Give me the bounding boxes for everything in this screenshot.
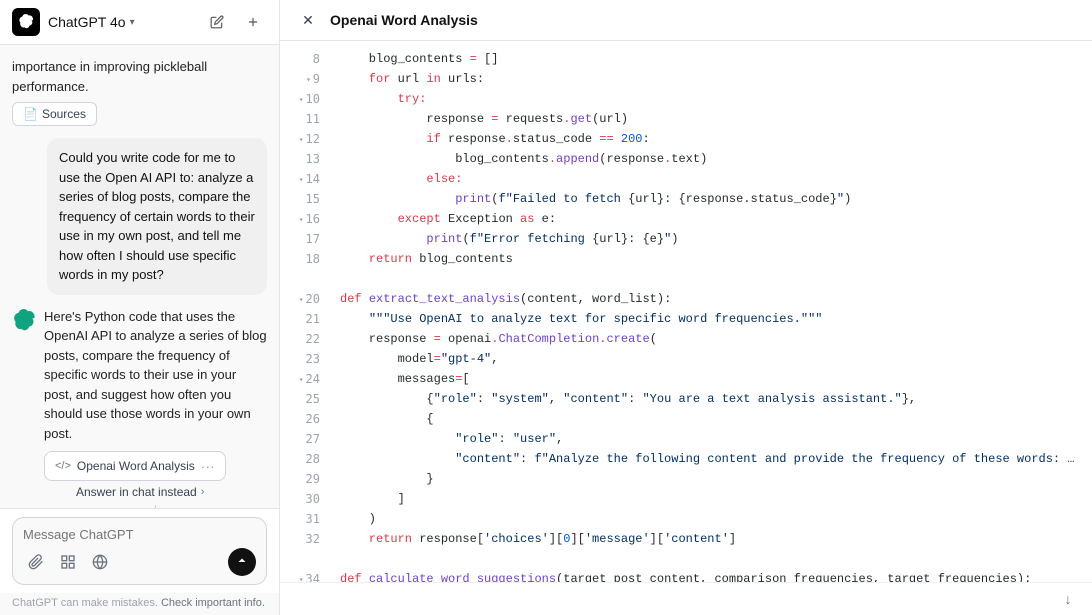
user-message: Could you write code for me to use the O… bbox=[47, 138, 267, 295]
ln-34: ▾34 bbox=[280, 569, 328, 582]
chat-input-wrapper bbox=[12, 517, 267, 585]
app-title[interactable]: ChatGPT 4o ▾ bbox=[48, 14, 135, 30]
footer-link[interactable]: Check important info. bbox=[161, 597, 265, 609]
ln-9: ▾9 bbox=[280, 69, 328, 89]
ln-13: 13 bbox=[280, 149, 328, 169]
scroll-indicator: ↓ bbox=[44, 499, 267, 508]
code-panel-title: Openai Word Analysis bbox=[330, 12, 478, 28]
ln-10: ▾10 bbox=[280, 89, 328, 109]
chat-messages: importance in improving pickleball perfo… bbox=[0, 45, 279, 508]
code-panel: ✕ Openai Word Analysis 8 ▾9 ▾10 11 ▾12 1… bbox=[280, 0, 1092, 615]
ln-23: 23 bbox=[280, 349, 328, 369]
assistant-message-1: importance in improving pickleball perfo… bbox=[12, 57, 267, 126]
code-line-22: response = openai.ChatCompletion.create( bbox=[328, 329, 1092, 349]
code-line-15: print(f"Failed to fetch {url}: {response… bbox=[328, 189, 1092, 209]
chat-footer: ChatGPT can make mistakes. Check importa… bbox=[0, 593, 279, 615]
ln-24: ▾24 bbox=[280, 369, 328, 389]
ln-19 bbox=[280, 269, 328, 289]
ln-27: 27 bbox=[280, 429, 328, 449]
code-line-31: ) bbox=[328, 509, 1092, 529]
assistant-message-2: Here's Python code that uses the OpenAI … bbox=[44, 307, 267, 444]
code-line-28: "content": f"Analyze the following conte… bbox=[328, 449, 1092, 469]
code-line-18: return blog_contents bbox=[328, 249, 1092, 269]
ln-15: 15 bbox=[280, 189, 328, 209]
ln-33 bbox=[280, 549, 328, 569]
code-line-34: def calculate_word_suggestions(target_po… bbox=[328, 569, 1092, 582]
code-line-10: try: bbox=[328, 89, 1092, 109]
artifact-dots: ··· bbox=[201, 458, 215, 474]
ln-20: ▾20 bbox=[280, 289, 328, 309]
ln-8: 8 bbox=[280, 49, 328, 69]
new-chat-button[interactable] bbox=[239, 8, 267, 36]
ln-31: 31 bbox=[280, 509, 328, 529]
ln-28: 28 bbox=[280, 449, 328, 469]
send-button[interactable] bbox=[228, 548, 256, 576]
attach-button[interactable] bbox=[23, 549, 49, 575]
code-line-9: for url in urls: bbox=[328, 69, 1092, 89]
edit-button[interactable] bbox=[203, 8, 231, 36]
ln-14: ▾14 bbox=[280, 169, 328, 189]
code-line-19 bbox=[328, 269, 1092, 289]
globe-button[interactable] bbox=[87, 549, 113, 575]
code-line-14: else: bbox=[328, 169, 1092, 189]
assistant-response: Here's Python code that uses the OpenAI … bbox=[12, 307, 267, 509]
code-line-11: response = requests.get(url) bbox=[328, 109, 1092, 129]
line-numbers: 8 ▾9 ▾10 11 ▾12 13 ▾14 15 ▾16 17 18 ▾20 … bbox=[280, 41, 328, 582]
chat-header: ChatGPT 4o ▾ bbox=[0, 0, 279, 45]
artifact-button[interactable]: </> Openai Word Analysis ··· bbox=[44, 451, 226, 481]
ln-11: 11 bbox=[280, 109, 328, 129]
code-line-13: blog_contents.append(response.text) bbox=[328, 149, 1092, 169]
code-line-17: print(f"Error fetching {url}: {e}") bbox=[328, 229, 1092, 249]
ln-12: ▾12 bbox=[280, 129, 328, 149]
ln-21: 21 bbox=[280, 309, 328, 329]
sources-icon: 📄 bbox=[23, 107, 38, 121]
sources-button[interactable]: 📄 Sources bbox=[12, 102, 97, 126]
assistant-avatar bbox=[12, 309, 36, 333]
chat-input-area bbox=[0, 508, 279, 593]
code-line-27: "role": "user", bbox=[328, 429, 1092, 449]
code-line-12: if response.status_code == 200: bbox=[328, 129, 1092, 149]
code-line-33 bbox=[328, 549, 1092, 569]
answer-arrow: › bbox=[201, 486, 205, 498]
code-line-16: except Exception as e: bbox=[328, 209, 1092, 229]
title-chevron: ▾ bbox=[130, 17, 135, 28]
code-container[interactable]: 8 ▾9 ▾10 11 ▾12 13 ▾14 15 ▾16 17 18 ▾20 … bbox=[280, 41, 1092, 582]
close-button[interactable]: ✕ bbox=[296, 8, 320, 32]
code-line-20: def extract_text_analysis(content, word_… bbox=[328, 289, 1092, 309]
code-line-21: """Use OpenAI to analyze text for specif… bbox=[328, 309, 1092, 329]
ln-29: 29 bbox=[280, 469, 328, 489]
ln-25: 25 bbox=[280, 389, 328, 409]
code-line-32: return response['choices'][0]['message']… bbox=[328, 529, 1092, 549]
ln-18: 18 bbox=[280, 249, 328, 269]
code-line-25: {"role": "system", "content": "You are a… bbox=[328, 389, 1092, 409]
code-line-8: blog_contents = [] bbox=[328, 49, 1092, 69]
code-line-23: model="gpt-4", bbox=[328, 349, 1092, 369]
code-line-26: { bbox=[328, 409, 1092, 429]
chat-input-actions bbox=[23, 548, 256, 576]
ln-16: ▾16 bbox=[280, 209, 328, 229]
scroll-bottom-indicator: ↓ bbox=[280, 582, 1092, 615]
tools-button[interactable] bbox=[55, 549, 81, 575]
ln-17: 17 bbox=[280, 229, 328, 249]
ln-30: 30 bbox=[280, 489, 328, 509]
ln-22: 22 bbox=[280, 329, 328, 349]
code-line-29: } bbox=[328, 469, 1092, 489]
chat-input[interactable] bbox=[23, 527, 256, 542]
scroll-bottom-button[interactable]: ↓ bbox=[1056, 587, 1080, 611]
answer-in-chat[interactable]: Answer in chat instead › bbox=[44, 485, 267, 499]
code-icon: </> bbox=[55, 460, 71, 472]
header-actions bbox=[203, 8, 267, 36]
code-line-30: ] bbox=[328, 489, 1092, 509]
code-line-24: messages=[ bbox=[328, 369, 1092, 389]
ln-26: 26 bbox=[280, 409, 328, 429]
chatgpt-icon bbox=[12, 8, 40, 36]
code-content: blog_contents = [] for url in urls: try:… bbox=[328, 41, 1092, 582]
code-panel-header: ✕ Openai Word Analysis bbox=[280, 0, 1092, 41]
ln-32: 32 bbox=[280, 529, 328, 549]
chat-panel: ChatGPT 4o ▾ importance in improving pic… bbox=[0, 0, 280, 615]
